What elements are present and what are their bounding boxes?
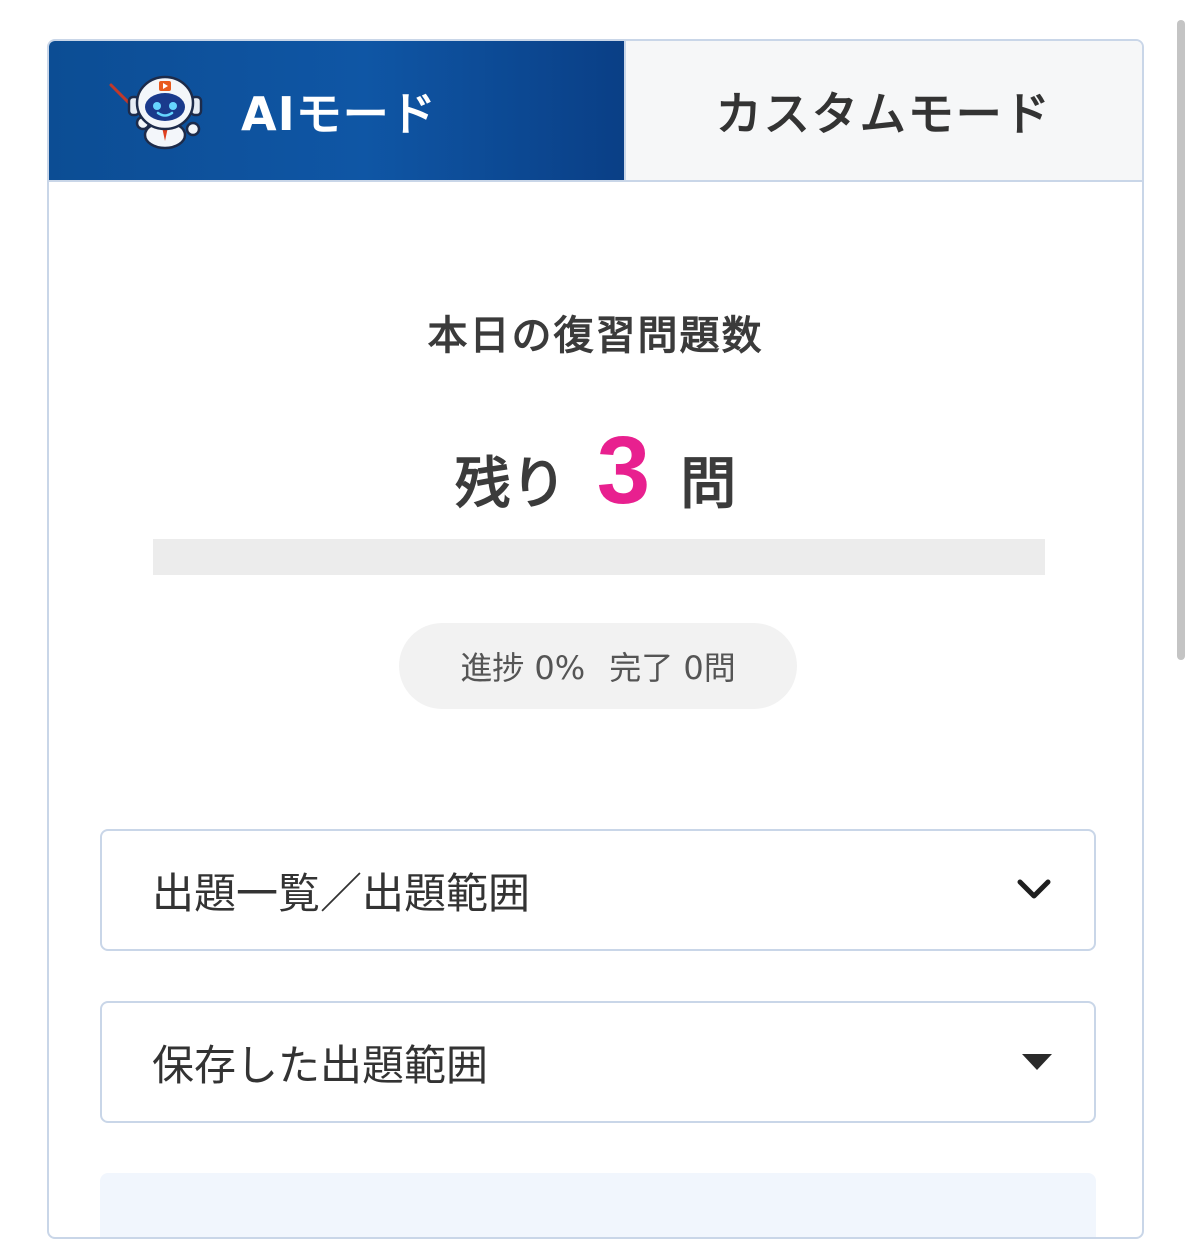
next-section-panel: [100, 1173, 1096, 1237]
question-list-dropdown[interactable]: 出題一覧／出題範囲: [100, 829, 1096, 951]
remaining-suffix: 問: [680, 452, 737, 517]
review-card: AIモード カスタムモード 本日の復習問題数 残り 3 問 進捗 0% 完了 0問 …: [47, 39, 1144, 1239]
remaining-count: 残り 3 問: [49, 416, 1142, 524]
tab-ai-mode-label: AIモード: [241, 86, 437, 141]
question-list-label: 出題一覧／出題範囲: [152, 868, 531, 918]
remaining-number: 3: [596, 417, 651, 524]
progress-bar: [153, 539, 1045, 575]
progress-percent-text: 進捗 0%: [460, 649, 586, 687]
progress-status-pill: 進捗 0% 完了 0問: [399, 623, 797, 709]
saved-range-label: 保存した出題範囲: [152, 1040, 489, 1090]
page-scrollbar[interactable]: [1177, 20, 1185, 660]
caret-down-icon: [1022, 1054, 1052, 1070]
tab-custom-mode[interactable]: カスタムモード: [623, 41, 1142, 180]
mode-tabs: AIモード カスタムモード: [49, 41, 1142, 182]
robot-mascot-icon: [109, 75, 203, 149]
chevron-down-icon: [1017, 879, 1051, 899]
saved-range-dropdown[interactable]: 保存した出題範囲: [100, 1001, 1096, 1123]
tab-ai-mode[interactable]: AIモード: [49, 41, 624, 180]
remaining-prefix: 残り: [454, 452, 567, 517]
tab-custom-mode-label: カスタムモード: [715, 86, 1052, 141]
completed-count-text: 完了 0問: [609, 649, 736, 687]
review-title: 本日の復習問題数: [427, 313, 764, 359]
